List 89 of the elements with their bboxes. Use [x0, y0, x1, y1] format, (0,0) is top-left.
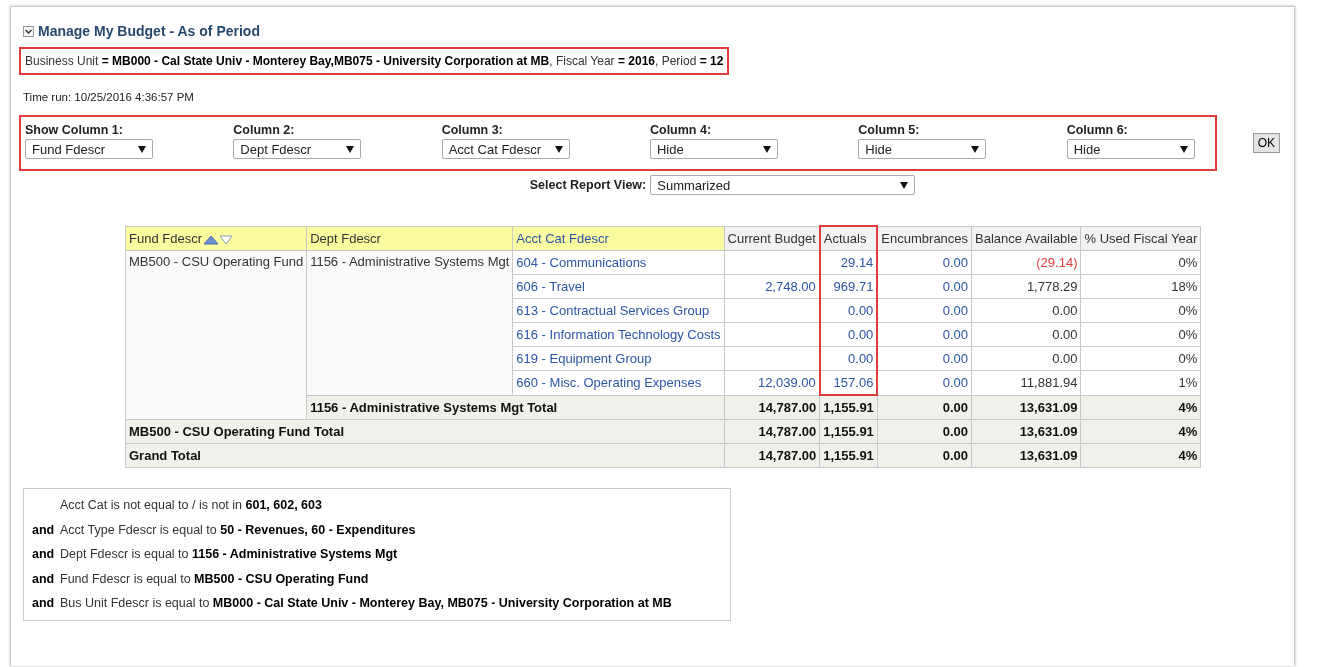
- table-cell: MB500 - CSU Operating Fund Total: [125, 419, 725, 444]
- column-label: Column 3:: [441, 123, 504, 137]
- table-cell: 11,881.94: [971, 370, 1081, 395]
- dropdown-caret-icon: [346, 145, 355, 153]
- table-cell: 14,787.00: [724, 395, 820, 420]
- table-cell: 4%: [1081, 395, 1201, 420]
- table-cell: 969.71: [819, 274, 878, 299]
- filter-line: and Dept Fdescr is equal to 1156 - Administrative Systems Mgt: [32, 546, 399, 563]
- table-cell: 0.00: [877, 419, 972, 444]
- table-cell: 1,778.29: [971, 274, 1081, 299]
- column-header[interactable]: Fund Fdescr: [125, 226, 307, 251]
- table-cell: 13,631.09: [971, 395, 1081, 420]
- table-cell: 0.00: [819, 298, 878, 323]
- filter-line: Acct Cat is not equal to / is not in 601, 602, 603: [59, 497, 323, 514]
- table-cell: 13,631.09: [971, 443, 1081, 468]
- dropdown-caret-icon: [900, 181, 909, 189]
- table-cell: 0%: [1081, 250, 1201, 275]
- table-cell: 13,631.09: [971, 419, 1081, 444]
- table-cell: 0.00: [877, 298, 972, 323]
- table-link[interactable]: 619 - Equipment Group: [512, 346, 725, 371]
- sort-arrows-icon[interactable]: [203, 233, 233, 245]
- column-dropdown[interactable]: Hide: [858, 139, 987, 159]
- table-cell: 0.00: [971, 298, 1081, 323]
- report-view-label: Select Report View:: [529, 178, 647, 192]
- report-view-dropdown[interactable]: Summarized: [650, 175, 916, 195]
- table-cell: 0%: [1081, 346, 1201, 371]
- table-cell: 0.00: [877, 443, 972, 468]
- table-cell: 0%: [1081, 298, 1201, 323]
- column-label: Show Column 1:: [25, 123, 124, 137]
- table-cell: 2,748.00: [724, 274, 820, 299]
- table-cell: 0%: [1081, 322, 1201, 347]
- column-header: Dept Fdescr: [306, 226, 513, 251]
- table-cell: 14,787.00: [724, 443, 820, 468]
- table-cell: 157.06: [819, 370, 878, 395]
- table-cell: 0.00: [819, 346, 878, 371]
- filter-line: and Acct Type Fdescr is equal to 50 - Revenues, 60 - Expenditures: [32, 521, 417, 539]
- column-header: Encumbrances: [877, 226, 972, 251]
- column-dropdown[interactable]: Fund Fdescr: [25, 139, 153, 159]
- table-cell: 14,787.00: [724, 419, 820, 444]
- column-dropdown[interactable]: Hide: [1066, 139, 1195, 159]
- table-cell: 0.00: [971, 322, 1081, 347]
- dropdown-caret-icon: [1179, 145, 1188, 153]
- dropdown-caret-icon: [971, 145, 980, 153]
- dropdown-caret-icon: [138, 145, 146, 153]
- table-link[interactable]: 660 - Misc. Operating Expenses: [512, 370, 725, 395]
- table-cell: 1156 - Administrative Systems Mgt: [306, 250, 513, 395]
- column-header: Actuals: [819, 226, 878, 251]
- table-cell: 0.00: [877, 395, 972, 420]
- panel-title: Manage My Budget - As of Period: [38, 23, 260, 39]
- table-cell: 0.00: [877, 250, 972, 275]
- time-run: Time run: 10/25/2016 4:36:57 PM: [23, 91, 195, 103]
- table-link[interactable]: 604 - Communications: [512, 250, 725, 275]
- column-dropdown[interactable]: Hide: [650, 139, 778, 159]
- table-cell: 0.00: [971, 346, 1081, 371]
- table-cell: 0.00: [819, 322, 878, 347]
- filter-line: and Fund Fdescr is equal to MB500 - CSU Operating Fund: [32, 570, 370, 588]
- table-cell: 4%: [1081, 443, 1201, 468]
- collapse-icon[interactable]: [23, 25, 34, 37]
- prompt-summary: Business Unit = MB000 - Cal State Univ - Monterey Bay,MB075 - University Corporation at MB, Fiscal Year = 2016, Period = 12: [19, 47, 730, 75]
- table-link[interactable]: 606 - Travel: [512, 274, 725, 299]
- ok-button[interactable]: OK: [1252, 133, 1280, 153]
- column-header: Balance Available: [971, 226, 1081, 251]
- table-cell: 0.00: [877, 322, 972, 347]
- column-label: Column 4:: [650, 123, 713, 137]
- column-dropdown[interactable]: Acct Cat Fdescr: [441, 139, 570, 159]
- table-link[interactable]: 613 - Contractual Services Group: [512, 298, 725, 323]
- column-label: Column 5:: [858, 123, 921, 137]
- dropdown-caret-icon: [763, 145, 771, 153]
- column-dropdown[interactable]: Dept Fdescr: [233, 139, 362, 159]
- dropdown-caret-icon: [554, 145, 563, 153]
- table-cell: MB500 - CSU Operating Fund: [125, 250, 307, 420]
- table-cell: 4%: [1081, 419, 1201, 444]
- table-cell: 1156 - Administrative Systems Mgt Total: [306, 395, 725, 420]
- column-header: Current Budget: [724, 226, 820, 251]
- table-cell: 1%: [1081, 370, 1201, 395]
- table-link[interactable]: 616 - Information Technology Costs: [512, 322, 725, 347]
- column-label: Column 2:: [233, 123, 296, 137]
- table-cell: 18%: [1081, 274, 1201, 299]
- table-cell: 0.00: [877, 370, 972, 395]
- column-label: Column 6:: [1066, 123, 1129, 137]
- filter-line: and Bus Unit Fdescr is equal to MB000 - Cal State Univ - Monterey Bay, MB075 - University Corporation at MB: [32, 595, 673, 612]
- table-cell: 0.00: [877, 274, 972, 299]
- table-cell: 0.00: [877, 346, 972, 371]
- table-cell: (29.14): [971, 250, 1081, 275]
- column-header[interactable]: Acct Cat Fdescr: [512, 226, 725, 251]
- table-cell: 29.14: [819, 250, 878, 275]
- table-cell: 12,039.00: [724, 370, 820, 395]
- table-cell: Grand Total: [125, 443, 725, 468]
- column-header: % Used Fiscal Year: [1081, 226, 1201, 251]
